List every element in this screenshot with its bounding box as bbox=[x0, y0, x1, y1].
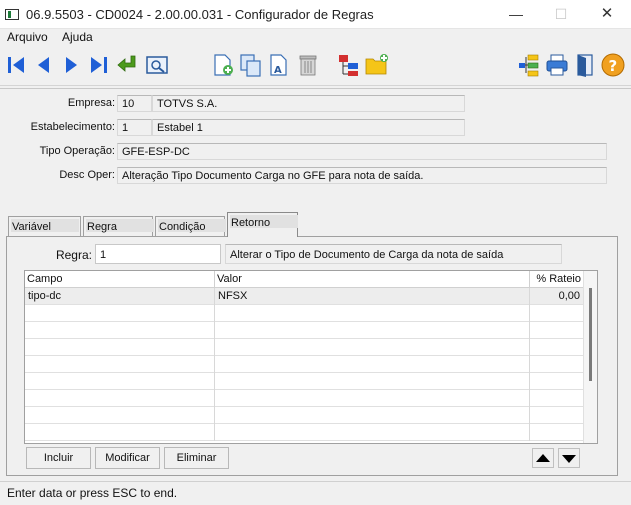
estabelecimento-label: Estabelecimento: bbox=[30, 121, 115, 133]
new-folder-icon[interactable] bbox=[364, 52, 390, 78]
arrow-up-icon bbox=[536, 454, 550, 462]
minimize-button[interactable]: — bbox=[505, 4, 527, 24]
regra-field[interactable]: 1 bbox=[95, 244, 221, 264]
tab-variavel[interactable]: Variável bbox=[8, 216, 81, 236]
status-bar: Enter data or press ESC to end. bbox=[0, 481, 631, 505]
modificar-button[interactable]: Modificar bbox=[95, 447, 160, 469]
tab-regra[interactable]: Regra bbox=[83, 216, 154, 236]
tab-condicao-label: Condição bbox=[159, 221, 206, 233]
move-down-button[interactable] bbox=[558, 448, 580, 468]
hierarchy-icon[interactable] bbox=[516, 52, 542, 78]
new-document-icon[interactable] bbox=[210, 52, 236, 78]
toolbar: A ? bbox=[0, 46, 631, 86]
cell-campo[interactable]: tipo-dc bbox=[25, 288, 215, 305]
regra-label: Regra: bbox=[55, 248, 92, 262]
copy-document-icon[interactable] bbox=[238, 52, 264, 78]
scrollbar-thumb[interactable] bbox=[589, 288, 592, 381]
tab-retorno[interactable]: Retorno bbox=[227, 212, 298, 237]
estabelecimento-name-field: Estabel 1 bbox=[152, 119, 465, 136]
cell-rateio[interactable]: 0,00 bbox=[530, 288, 583, 305]
move-up-button[interactable] bbox=[532, 448, 554, 468]
tab-condicao[interactable]: Condição bbox=[155, 216, 226, 236]
status-message: Enter data or press ESC to end. bbox=[7, 486, 178, 500]
window-title: 06.9.5503 - CD0024 - 2.00.00.031 - Confi… bbox=[26, 7, 374, 22]
rule-tree-icon[interactable] bbox=[336, 52, 362, 78]
menu-arquivo[interactable]: Arquivo bbox=[7, 30, 48, 44]
tab-regra-label: Regra bbox=[87, 221, 117, 233]
empty-row bbox=[25, 373, 583, 390]
search-icon[interactable] bbox=[144, 52, 170, 78]
empty-row bbox=[25, 322, 583, 339]
menu-bar: Arquivo Ajuda bbox=[0, 29, 631, 46]
app-icon bbox=[5, 9, 19, 20]
empty-row bbox=[25, 305, 583, 322]
menu-ajuda[interactable]: Ajuda bbox=[62, 30, 93, 44]
table-row[interactable]: tipo-dc NFSX 0,00 bbox=[25, 288, 583, 305]
estabelecimento-code-field[interactable]: 1 bbox=[117, 119, 152, 136]
eliminar-button[interactable]: Eliminar bbox=[164, 447, 229, 469]
regra-desc-field: Alterar o Tipo de Documento de Carga da … bbox=[225, 244, 562, 264]
empresa-name-field: TOTVS S.A. bbox=[152, 95, 465, 112]
arrow-down-icon bbox=[562, 455, 576, 463]
tipo-operacao-label: Tipo Operação: bbox=[39, 145, 115, 157]
title-bar: 06.9.5503 - CD0024 - 2.00.00.031 - Confi… bbox=[0, 0, 631, 29]
print-icon[interactable] bbox=[544, 52, 570, 78]
empty-row bbox=[25, 356, 583, 373]
maximize-button: ☐ bbox=[554, 6, 568, 22]
trash-icon[interactable] bbox=[295, 52, 321, 78]
header-form: Empresa: 10 TOTVS S.A. Estabelecimento: … bbox=[0, 88, 631, 208]
empty-row bbox=[25, 390, 583, 407]
close-button[interactable]: ✕ bbox=[596, 4, 618, 24]
tipo-operacao-field[interactable]: GFE-ESP-DC bbox=[117, 143, 607, 160]
first-record-icon[interactable] bbox=[4, 52, 30, 78]
exit-door-icon[interactable] bbox=[572, 52, 598, 78]
grid-header: Campo Valor % Rateio bbox=[25, 271, 583, 288]
desc-oper-field: Alteração Tipo Documento Carga no GFE pa… bbox=[117, 167, 607, 184]
next-record-icon[interactable] bbox=[58, 52, 84, 78]
grid-scrollbar[interactable] bbox=[583, 271, 597, 443]
column-header-rateio[interactable]: % Rateio bbox=[530, 271, 583, 288]
svg-text:?: ? bbox=[609, 57, 618, 75]
incluir-button[interactable]: Incluir bbox=[26, 447, 91, 469]
empty-row bbox=[25, 407, 583, 424]
previous-record-icon[interactable] bbox=[31, 52, 57, 78]
desc-oper-label: Desc Oper: bbox=[59, 169, 115, 181]
edit-text-icon[interactable]: A bbox=[266, 52, 292, 78]
cell-valor[interactable]: NFSX bbox=[215, 288, 530, 305]
tab-retorno-label: Retorno bbox=[231, 217, 271, 229]
last-record-icon[interactable] bbox=[86, 52, 112, 78]
empresa-code-field[interactable]: 10 bbox=[117, 95, 152, 112]
empresa-label: Empresa: bbox=[67, 97, 115, 109]
column-header-campo[interactable]: Campo bbox=[25, 271, 215, 288]
help-icon[interactable]: ? bbox=[600, 52, 626, 78]
retorno-grid: Campo Valor % Rateio tipo-dc NFSX 0,00 bbox=[24, 270, 598, 444]
empty-row bbox=[25, 424, 583, 441]
empty-row bbox=[25, 339, 583, 356]
column-header-valor[interactable]: Valor bbox=[215, 271, 530, 288]
confirm-return-icon[interactable] bbox=[115, 52, 141, 78]
svg-text:A: A bbox=[274, 65, 282, 76]
tab-variavel-label: Variável bbox=[12, 221, 51, 233]
